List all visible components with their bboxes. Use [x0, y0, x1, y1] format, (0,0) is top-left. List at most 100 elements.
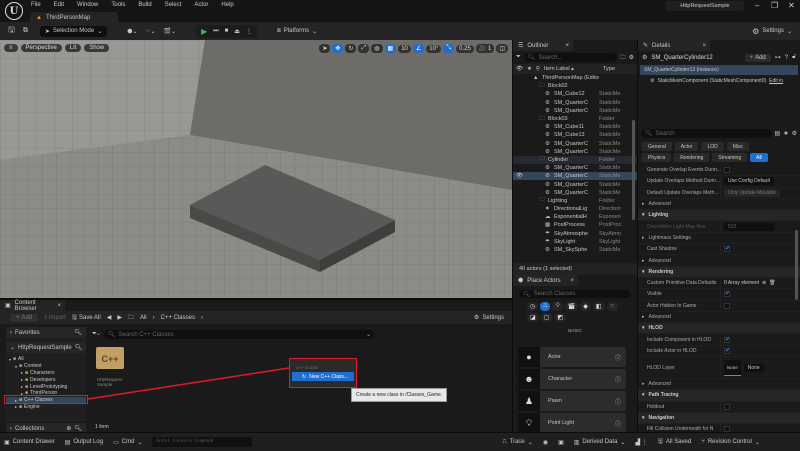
category-lod[interactable]: LOD: [701, 142, 724, 151]
menu-window[interactable]: Window: [77, 2, 98, 8]
menu-tools[interactable]: Tools: [111, 2, 125, 8]
details-tab[interactable]: ✎ Details ×: [638, 40, 710, 51]
menu-select[interactable]: Select: [165, 2, 182, 8]
checkbox[interactable]: [724, 167, 730, 174]
trash-icon[interactable]: 🗑︎: [769, 280, 775, 286]
geometry-category-icon[interactable]: ◧: [592, 302, 605, 311]
level-viewport[interactable]: ≡ Perspective Lit Show ➤ ✥ ↻ ⤢ ◍ ▦ 10 ∠ 10…: [0, 40, 512, 298]
outliner-row[interactable]: ☂ SkyAtmosphe SkyAtmo: [513, 230, 637, 238]
advanced-expander[interactable]: ▸ Advanced: [638, 312, 800, 324]
derived-data-button[interactable]: ▥ Derived Data ⌄: [574, 439, 626, 446]
all-classes-category-icon[interactable]: ◪: [527, 313, 539, 322]
volumes-category-icon[interactable]: ⁙: [606, 302, 618, 311]
shapes-category-icon[interactable]: ▢: [540, 313, 553, 322]
add-folder-icon[interactable]: 🗀: [620, 53, 626, 63]
category-general[interactable]: General: [642, 142, 672, 151]
property-dropdown[interactable]: Only Update Movable: [724, 188, 781, 197]
place-actors-tab[interactable]: ⬢ Place Actors ×: [513, 275, 578, 286]
outliner-search-input[interactable]: 🔍︎ Search...: [523, 53, 617, 62]
menu-help[interactable]: Help: [221, 2, 233, 8]
close-tab-icon[interactable]: ×: [565, 43, 569, 49]
help-icon[interactable]: ?: [785, 55, 788, 61]
add-component-button[interactable]: + Add: [744, 53, 771, 62]
place-actors-search-input[interactable]: 🔍︎ Search Classes: [519, 290, 631, 298]
close-button[interactable]: ✕: [788, 1, 795, 10]
outliner-row[interactable]: 🗀 Block02: [513, 82, 637, 90]
category-misc[interactable]: Misc: [726, 142, 750, 151]
blueprint-button[interactable]: ⁘⌄: [146, 28, 156, 35]
outliner-row[interactable]: ☂ SkyLight SkyLight: [513, 238, 637, 246]
revision-control-button[interactable]: ⑂ Revision Control ⌄: [701, 439, 760, 446]
add-element-icon[interactable]: ⊕: [762, 280, 766, 286]
rotate-tool-icon[interactable]: ↻: [345, 44, 357, 53]
step-icon[interactable]: ⏭: [213, 28, 218, 35]
component-row[interactable]: ⚙ StaticMeshComponent (StaticMeshComponen…: [638, 76, 800, 85]
hlod-thumbnail[interactable]: None: [724, 359, 741, 376]
outliner-scrollbar[interactable]: [632, 120, 635, 220]
pin-column-icon[interactable]: ⚲: [536, 66, 540, 72]
category-rendering[interactable]: Rendering: [674, 153, 710, 162]
outliner-row[interactable]: ▲ ThirdPersonMap (Editor): [513, 74, 637, 82]
property-matrix-icon[interactable]: ▤: [775, 130, 781, 137]
basic-category-icon[interactable]: ⛬: [540, 302, 551, 311]
info-icon[interactable]: ⓘ: [615, 397, 621, 406]
section-header[interactable]: ▾ Lighting: [638, 210, 800, 222]
world-local-icon[interactable]: ◍: [371, 44, 383, 53]
checkbox[interactable]: [724, 302, 730, 309]
outliner-tab[interactable]: ☰ Outliner ×: [513, 40, 573, 51]
gear-icon[interactable]: ⚙: [629, 54, 634, 61]
filter-icon[interactable]: ⏷: [516, 54, 521, 61]
lit-button[interactable]: Lit: [64, 44, 82, 52]
info-icon[interactable]: ⓘ: [615, 353, 621, 362]
selection-mode-dropdown[interactable]: ➤ Selection Mode ⌄: [39, 25, 108, 37]
light-map-res-input[interactable]: 512: [724, 222, 774, 231]
cinematics-button[interactable]: 🎬⌄: [164, 28, 177, 35]
maximize-viewport-icon[interactable]: ◫: [496, 44, 508, 53]
visibility-icon[interactable]: 👁︎: [513, 173, 545, 179]
outliner-row[interactable]: 🗀 Lighting Folder: [513, 197, 637, 205]
visibility-column-icon[interactable]: 👁︎: [516, 66, 523, 72]
minimize-button[interactable]: –: [755, 1, 759, 10]
translate-tool-icon[interactable]: ✥: [332, 44, 344, 53]
outliner-row[interactable]: ☁ ExponentialH Exponen: [513, 213, 637, 221]
checkbox[interactable]: [724, 403, 730, 410]
grid-snap-value[interactable]: 10: [398, 44, 411, 53]
lights-category-icon[interactable]: 💡︎: [552, 302, 563, 311]
outliner-row[interactable]: ⚙ SM_Cube13 StaticMe: [513, 131, 637, 139]
edit-in-link[interactable]: Edit in: [769, 78, 783, 84]
outliner-row[interactable]: ⚙ SM_QuarterC StaticMe: [513, 180, 637, 188]
all-saved-button[interactable]: 🖫 All Saved: [658, 437, 691, 447]
more-icon[interactable]: ⋮: [246, 28, 252, 35]
outliner-row[interactable]: ▩ PostProcess PostProc: [513, 221, 637, 229]
eject-icon[interactable]: ⏏: [234, 28, 240, 35]
star-column-icon[interactable]: ★: [527, 66, 532, 72]
hlod-layer-dropdown[interactable]: None: [743, 363, 764, 372]
add-actor-button[interactable]: ⬢⌄: [127, 28, 137, 35]
favorite-icon[interactable]: ★: [783, 130, 788, 137]
outliner-row[interactable]: ⚙ SM_QuarterC StaticMe: [513, 140, 637, 148]
scale-snap-icon[interactable]: ⤡: [443, 44, 455, 53]
console-input[interactable]: Enter Console Command: [152, 437, 253, 447]
blueprint-icon[interactable]: ⊶: [775, 54, 781, 61]
scale-snap-value[interactable]: 0.25: [456, 44, 474, 53]
component-instance-row[interactable]: SM_QuarterCylinder12 (Instance): [640, 65, 798, 75]
trace-button[interactable]: ⎍ Trace ⌄: [502, 439, 532, 446]
info-icon[interactable]: ⓘ: [615, 375, 621, 384]
checkbox[interactable]: ✔: [724, 336, 730, 343]
menu-file[interactable]: File: [31, 2, 41, 8]
platforms-button[interactable]: ⧈ Platforms ⌄: [277, 28, 317, 35]
property-dropdown[interactable]: Use Config Default: [724, 177, 774, 186]
camera-speed-button[interactable]: 🎥 1: [475, 44, 495, 53]
details-scrollbar[interactable]: [795, 230, 798, 300]
lock-icon[interactable]: 🔓︎: [792, 54, 796, 61]
info-icon[interactable]: ⓘ: [615, 419, 621, 428]
outliner-row[interactable]: ⚙ SM_Cube12 StaticMe: [513, 90, 637, 98]
section-header[interactable]: ▾ Navigation: [638, 412, 800, 425]
advanced-expander[interactable]: ▸ Advanced: [638, 379, 800, 391]
viewport-menu-button[interactable]: ≡: [4, 44, 18, 52]
outliner-row[interactable]: ⚙ SM_SkySphe StaticMe: [513, 246, 637, 254]
advanced-expander[interactable]: ▸ Advanced: [638, 255, 800, 267]
visual-effects-category-icon[interactable]: ◆: [580, 302, 591, 311]
place-actor-pawn[interactable]: ♟ Pawn ⓘ: [518, 391, 626, 411]
play-icon[interactable]: ▶: [201, 27, 207, 36]
